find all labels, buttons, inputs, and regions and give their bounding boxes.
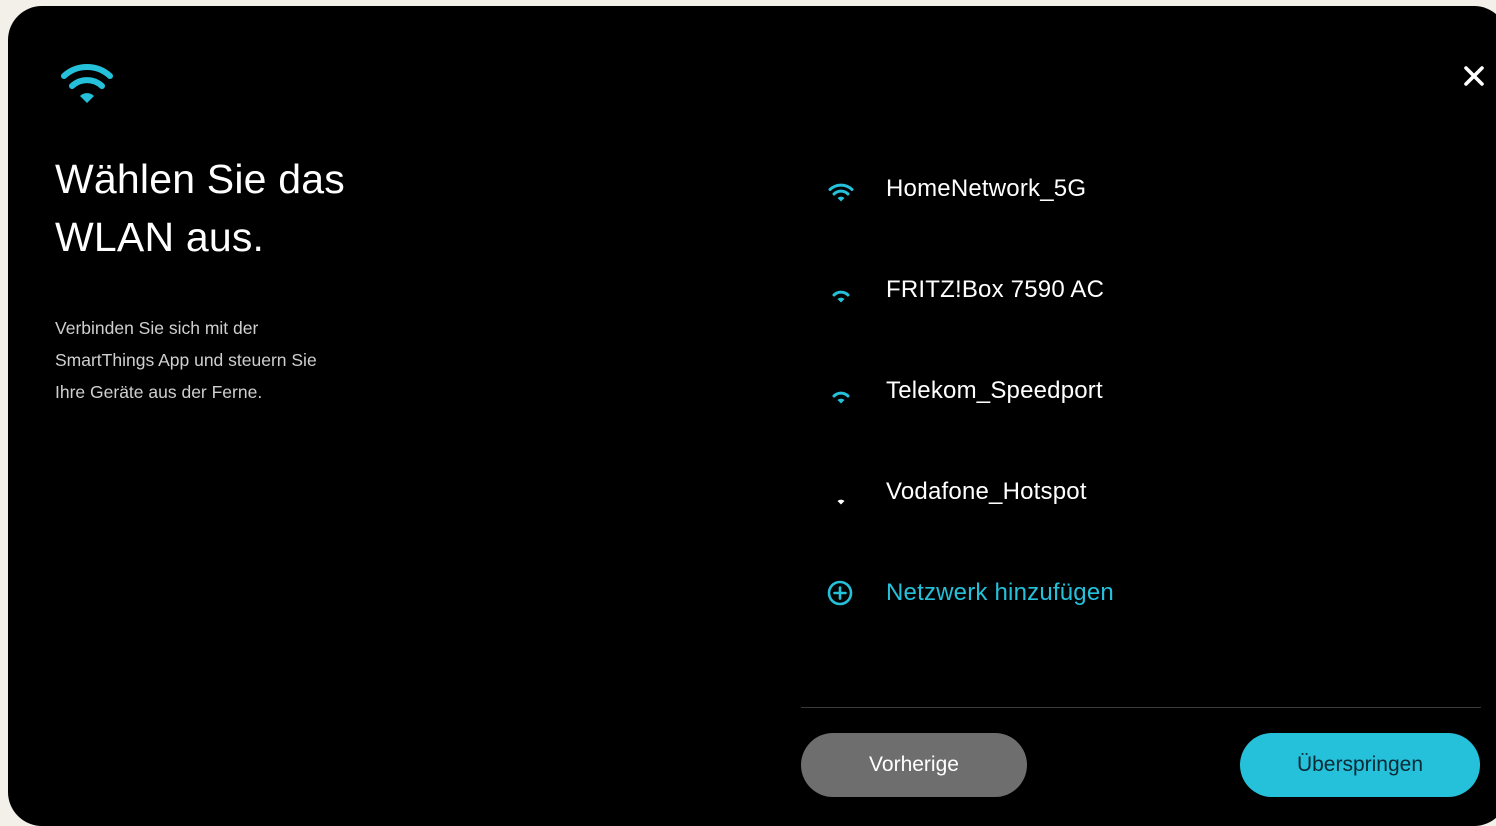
wifi-setup-screen: Wählen Sie das WLAN aus. Verbinden Sie s… [8, 6, 1496, 826]
network-list: HomeNetwork_5G FRITZ!Box 7590 AC Telekom… [820, 138, 1480, 643]
description-line-1: Verbinden Sie sich mit der [55, 318, 259, 338]
description-line-2: SmartThings App und steuern Sie [55, 350, 317, 370]
network-item-vodafone-hotspot[interactable]: Vodafone_Hotspot [820, 441, 1480, 542]
skip-button[interactable]: Überspringen [1240, 733, 1480, 797]
network-name: HomeNetwork_5G [886, 174, 1087, 202]
network-name: Vodafone_Hotspot [886, 477, 1087, 505]
close-icon[interactable] [1454, 56, 1494, 96]
add-circle-icon [827, 580, 853, 605]
wifi-icon [61, 64, 113, 103]
title-line-2: WLAN aus. [55, 214, 265, 260]
add-network-label: Netzwerk hinzufügen [886, 578, 1114, 606]
footer-divider [801, 707, 1481, 708]
page-description: Verbinden Sie sich mit der SmartThings A… [55, 312, 415, 408]
network-item-homenetwork-5g[interactable]: HomeNetwork_5G [820, 138, 1480, 239]
network-item-fritzbox[interactable]: FRITZ!Box 7590 AC [820, 239, 1480, 340]
network-name: Telekom_Speedport [886, 376, 1103, 404]
page-title: Wählen Sie das WLAN aus. [55, 150, 555, 266]
description-line-3: Ihre Geräte aus der Ferne. [55, 382, 263, 402]
wifi-signal-3-icon [828, 183, 854, 201]
title-line-1: Wählen Sie das [55, 156, 345, 202]
add-network-button[interactable]: Netzwerk hinzufügen [820, 542, 1480, 643]
wifi-signal-1-icon [837, 499, 845, 504]
wifi-signal-2-icon [832, 290, 850, 302]
network-name: FRITZ!Box 7590 AC [886, 275, 1105, 303]
previous-button[interactable]: Vorherige [801, 733, 1027, 797]
wifi-signal-2-icon [832, 391, 850, 403]
network-item-telekom-speedport[interactable]: Telekom_Speedport [820, 340, 1480, 441]
